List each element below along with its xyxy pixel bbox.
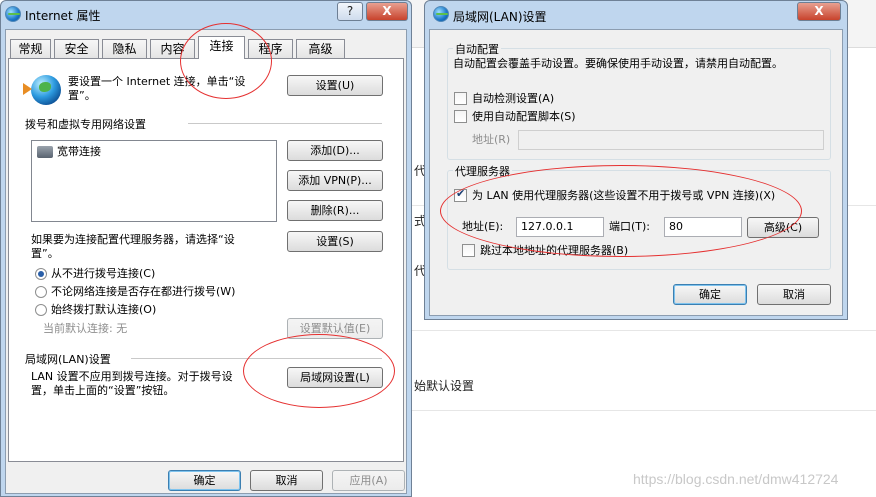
use-proxy-checkbox[interactable] <box>454 187 467 202</box>
globe-icon <box>31 75 61 105</box>
help-button[interactable]: ? <box>337 2 363 21</box>
apply-button[interactable]: 应用(A) <box>332 470 405 491</box>
proxy-port-label: 端口(T): <box>609 220 651 233</box>
set-default-button[interactable]: 设置默认值(E) <box>287 318 383 339</box>
watermark: https://blog.csdn.net/dmw412724 <box>633 471 839 487</box>
internet-options-icon <box>5 6 21 22</box>
setup-button[interactable]: 设置(U) <box>287 75 383 96</box>
script-address-input[interactable] <box>518 130 824 150</box>
close-button[interactable]: X <box>366 2 408 21</box>
page-divider <box>410 410 876 411</box>
add-button[interactable]: 添加(D)... <box>287 140 383 161</box>
tab-advanced[interactable]: 高级 <box>296 39 345 59</box>
list-item[interactable]: 宽带连接 <box>57 145 101 159</box>
lan-description-2: 置，单击上面的“设置”按钮。 <box>31 384 175 397</box>
auto-config-group-label: 自动配置 <box>453 41 501 57</box>
title-bar[interactable]: 局域网(LAN)设置 X <box>425 1 847 27</box>
radio-never-dial[interactable] <box>35 268 47 280</box>
tab-programs[interactable]: 程序 <box>248 39 293 59</box>
proxy-description: 如果要为连接配置代理服务器，请选择“设 <box>31 233 235 246</box>
dialog-body: 常规 安全 隐私 内容 连接 程序 高级 要设置一个 Internet 连接，单… <box>5 29 407 494</box>
tab-content[interactable]: 内容 <box>150 39 195 59</box>
radio-always-dial-label[interactable]: 始终拨打默认连接(O) <box>51 303 156 317</box>
auto-script-label[interactable]: 使用自动配置脚本(S) <box>472 110 576 124</box>
auto-script-checkbox[interactable] <box>454 110 467 123</box>
page-text-fragment[interactable]: 始默认设置 <box>414 377 474 394</box>
tab-general[interactable]: 常规 <box>10 39 51 59</box>
broadband-connection-icon <box>37 146 53 158</box>
cancel-button[interactable]: 取消 <box>757 284 831 305</box>
auto-detect-checkbox[interactable] <box>454 92 467 105</box>
internet-properties-window: Internet 属性 ? X 常规 安全 隐私 内容 连接 程序 高级 要设置… <box>0 0 412 497</box>
proxy-port-input[interactable]: 80 <box>664 217 742 237</box>
proxy-server-group-label: 代理服务器 <box>453 163 512 179</box>
tab-privacy[interactable]: 隐私 <box>102 39 147 59</box>
bypass-local-label[interactable]: 跳过本地地址的代理服务器(B) <box>480 244 628 258</box>
lan-settings-button[interactable]: 局域网设置(L) <box>287 367 383 388</box>
title-bar[interactable]: Internet 属性 ? X <box>1 1 411 27</box>
connections-list[interactable]: 宽带连接 <box>31 140 277 222</box>
lan-description: LAN 设置不应用到拨号连接。对于拨号设 <box>31 370 233 383</box>
settings-button[interactable]: 设置(S) <box>287 231 383 252</box>
lan-settings-icon <box>433 6 449 22</box>
group-divider <box>188 123 382 124</box>
connections-panel: 要设置一个 Internet 连接，单击“设 置”。 设置(U) 拨号和虚拟专用… <box>8 58 404 462</box>
script-address-label: 地址(R) <box>472 133 511 146</box>
radio-never-dial-label[interactable]: 从不进行拨号连接(C) <box>51 267 155 281</box>
page-divider <box>410 330 876 331</box>
window-title: 局域网(LAN)设置 <box>453 10 547 24</box>
proxy-description-2: 置”。 <box>31 247 59 260</box>
cancel-button[interactable]: 取消 <box>250 470 323 491</box>
dialog-body: 自动配置 自动配置会覆盖手动设置。要确保使用手动设置，请禁用自动配置。 自动检测… <box>429 29 843 316</box>
add-vpn-button[interactable]: 添加 VPN(P)... <box>287 170 383 191</box>
radio-always-dial[interactable] <box>35 304 47 316</box>
bypass-local-checkbox[interactable] <box>462 244 475 257</box>
setup-description: 要设置一个 Internet 连接，单击“设 <box>68 75 246 88</box>
window-title: Internet 属性 <box>25 9 101 23</box>
use-proxy-label[interactable]: 为 LAN 使用代理服务器(这些设置不用于拨号或 VPN 连接)(X) <box>472 189 775 203</box>
lan-group-label: 局域网(LAN)设置 <box>25 353 111 366</box>
radio-dial-whenever-label[interactable]: 不论网络连接是否存在都进行拨号(W) <box>51 285 235 299</box>
lan-settings-window: 局域网(LAN)设置 X 自动配置 自动配置会覆盖手动设置。要确保使用手动设置，… <box>424 0 848 320</box>
proxy-address-input[interactable]: 127.0.0.1 <box>516 217 604 237</box>
current-default-text: 当前默认连接: 无 <box>43 322 128 335</box>
dialup-group-label: 拨号和虚拟专用网络设置 <box>25 118 146 131</box>
tab-security[interactable]: 安全 <box>54 39 99 59</box>
group-divider <box>131 358 382 359</box>
radio-dial-whenever[interactable] <box>35 286 47 298</box>
advanced-button[interactable]: 高级(C) <box>747 217 819 238</box>
auto-detect-label[interactable]: 自动检测设置(A) <box>472 92 554 106</box>
auto-config-description: 自动配置会覆盖手动设置。要确保使用手动设置，请禁用自动配置。 <box>453 57 783 70</box>
proxy-address-label: 地址(E): <box>462 220 504 233</box>
ok-button[interactable]: 确定 <box>168 470 241 491</box>
ok-button[interactable]: 确定 <box>673 284 747 305</box>
arrow-icon <box>23 83 32 95</box>
setup-description-2: 置”。 <box>68 89 96 102</box>
remove-button[interactable]: 删除(R)... <box>287 200 383 221</box>
tab-connections[interactable]: 连接 <box>198 36 245 59</box>
close-button[interactable]: X <box>797 2 841 21</box>
